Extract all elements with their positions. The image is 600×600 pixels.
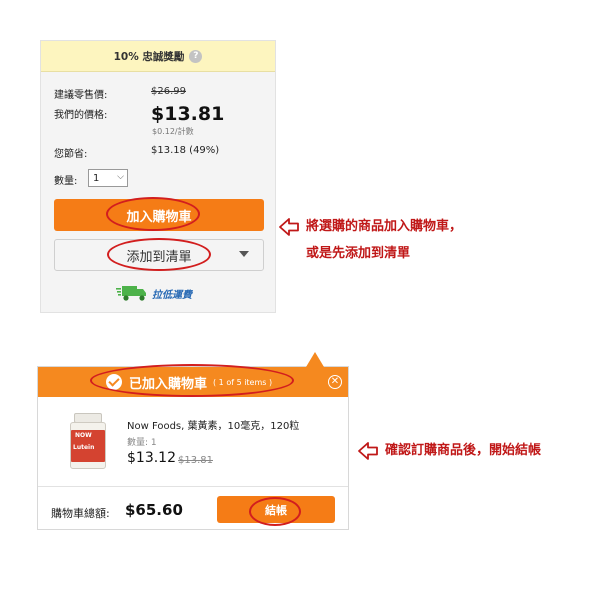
check-circle-icon bbox=[106, 374, 122, 390]
cart-total-value: $65.60 bbox=[125, 501, 183, 519]
annotation-checkout: 確認訂購商品後，開始結帳 bbox=[385, 443, 542, 458]
our-price-label: 我們的價格: bbox=[54, 110, 108, 121]
savings-label: 您節省: bbox=[54, 149, 88, 160]
product-thumbnail[interactable]: NOW Lutein bbox=[68, 413, 108, 469]
cart-product-name[interactable]: Now Foods, 葉黃素，10毫克，120粒 bbox=[127, 417, 299, 432]
cart-product-old-price: $13.81 bbox=[178, 455, 213, 466]
chevron-down-icon: ⌵ bbox=[117, 172, 124, 182]
cart-item-count: ( 1 of 5 items ) bbox=[213, 377, 273, 387]
add-to-cart-label: 加入購物車 bbox=[126, 209, 192, 225]
unit-price: $0.12/計數 bbox=[152, 127, 194, 136]
product-purchase-panel: 10% 忠誠獎勵 ? 建議零售價: $26.99 我們的價格: $13.81 $… bbox=[40, 40, 276, 313]
left-arrow-icon bbox=[358, 442, 378, 460]
cart-popup: 已加入購物車 ( 1 of 5 items ) ✕ NOW Lutein Now… bbox=[37, 352, 349, 530]
popup-pointer bbox=[306, 352, 324, 367]
close-icon[interactable]: ✕ bbox=[328, 375, 342, 389]
cart-total-label: 購物車總額: bbox=[51, 507, 110, 520]
quantity-label: 數量: bbox=[54, 176, 78, 187]
added-to-cart-row: 已加入購物車 ( 1 of 5 items ) bbox=[106, 367, 272, 397]
dropdown-arrow-icon[interactable] bbox=[239, 251, 249, 257]
loyalty-reward-label: 10% 忠誠獎勵 bbox=[113, 50, 185, 63]
msrp-value: $26.99 bbox=[151, 86, 186, 97]
help-icon[interactable]: ? bbox=[189, 49, 203, 63]
added-to-cart-title: 已加入購物車 bbox=[129, 376, 208, 392]
bottle-product-name: Lutein bbox=[73, 444, 95, 451]
cart-popup-header: 已加入購物車 ( 1 of 5 items ) ✕ bbox=[38, 352, 348, 397]
shipping-link[interactable]: 拉低運費 bbox=[116, 284, 192, 302]
truck-icon bbox=[116, 286, 146, 301]
our-price-value: $13.81 bbox=[151, 103, 225, 125]
savings-value: $13.18 (49%) bbox=[151, 145, 220, 156]
annotation-add-to-cart-line1: 將選購的商品加入購物車， bbox=[306, 219, 463, 234]
add-to-cart-button[interactable]: 加入購物車 bbox=[54, 199, 264, 231]
msrp-label: 建議零售價: bbox=[54, 90, 108, 101]
quantity-select[interactable]: 1 ⌵ bbox=[88, 169, 128, 187]
annotation-add-to-cart-line2: 或是先添加到清單 bbox=[306, 246, 411, 261]
divider bbox=[38, 486, 348, 487]
add-to-list-label: 添加到清單 bbox=[126, 249, 192, 265]
left-arrow-icon bbox=[279, 218, 299, 236]
cart-product-qty: 數量: 1 bbox=[127, 438, 157, 448]
checkout-label: 結帳 bbox=[265, 503, 287, 517]
add-to-list-button[interactable]: 添加到清單 bbox=[54, 239, 264, 271]
cart-product-price: $13.12 bbox=[127, 450, 176, 466]
checkout-button[interactable]: 結帳 bbox=[217, 496, 335, 523]
quantity-selected-value: 1 bbox=[93, 172, 100, 184]
bottle-brand: NOW bbox=[75, 432, 92, 439]
shipping-label: 拉低運費 bbox=[152, 289, 192, 301]
loyalty-reward-bar: 10% 忠誠獎勵 ? bbox=[41, 41, 275, 72]
